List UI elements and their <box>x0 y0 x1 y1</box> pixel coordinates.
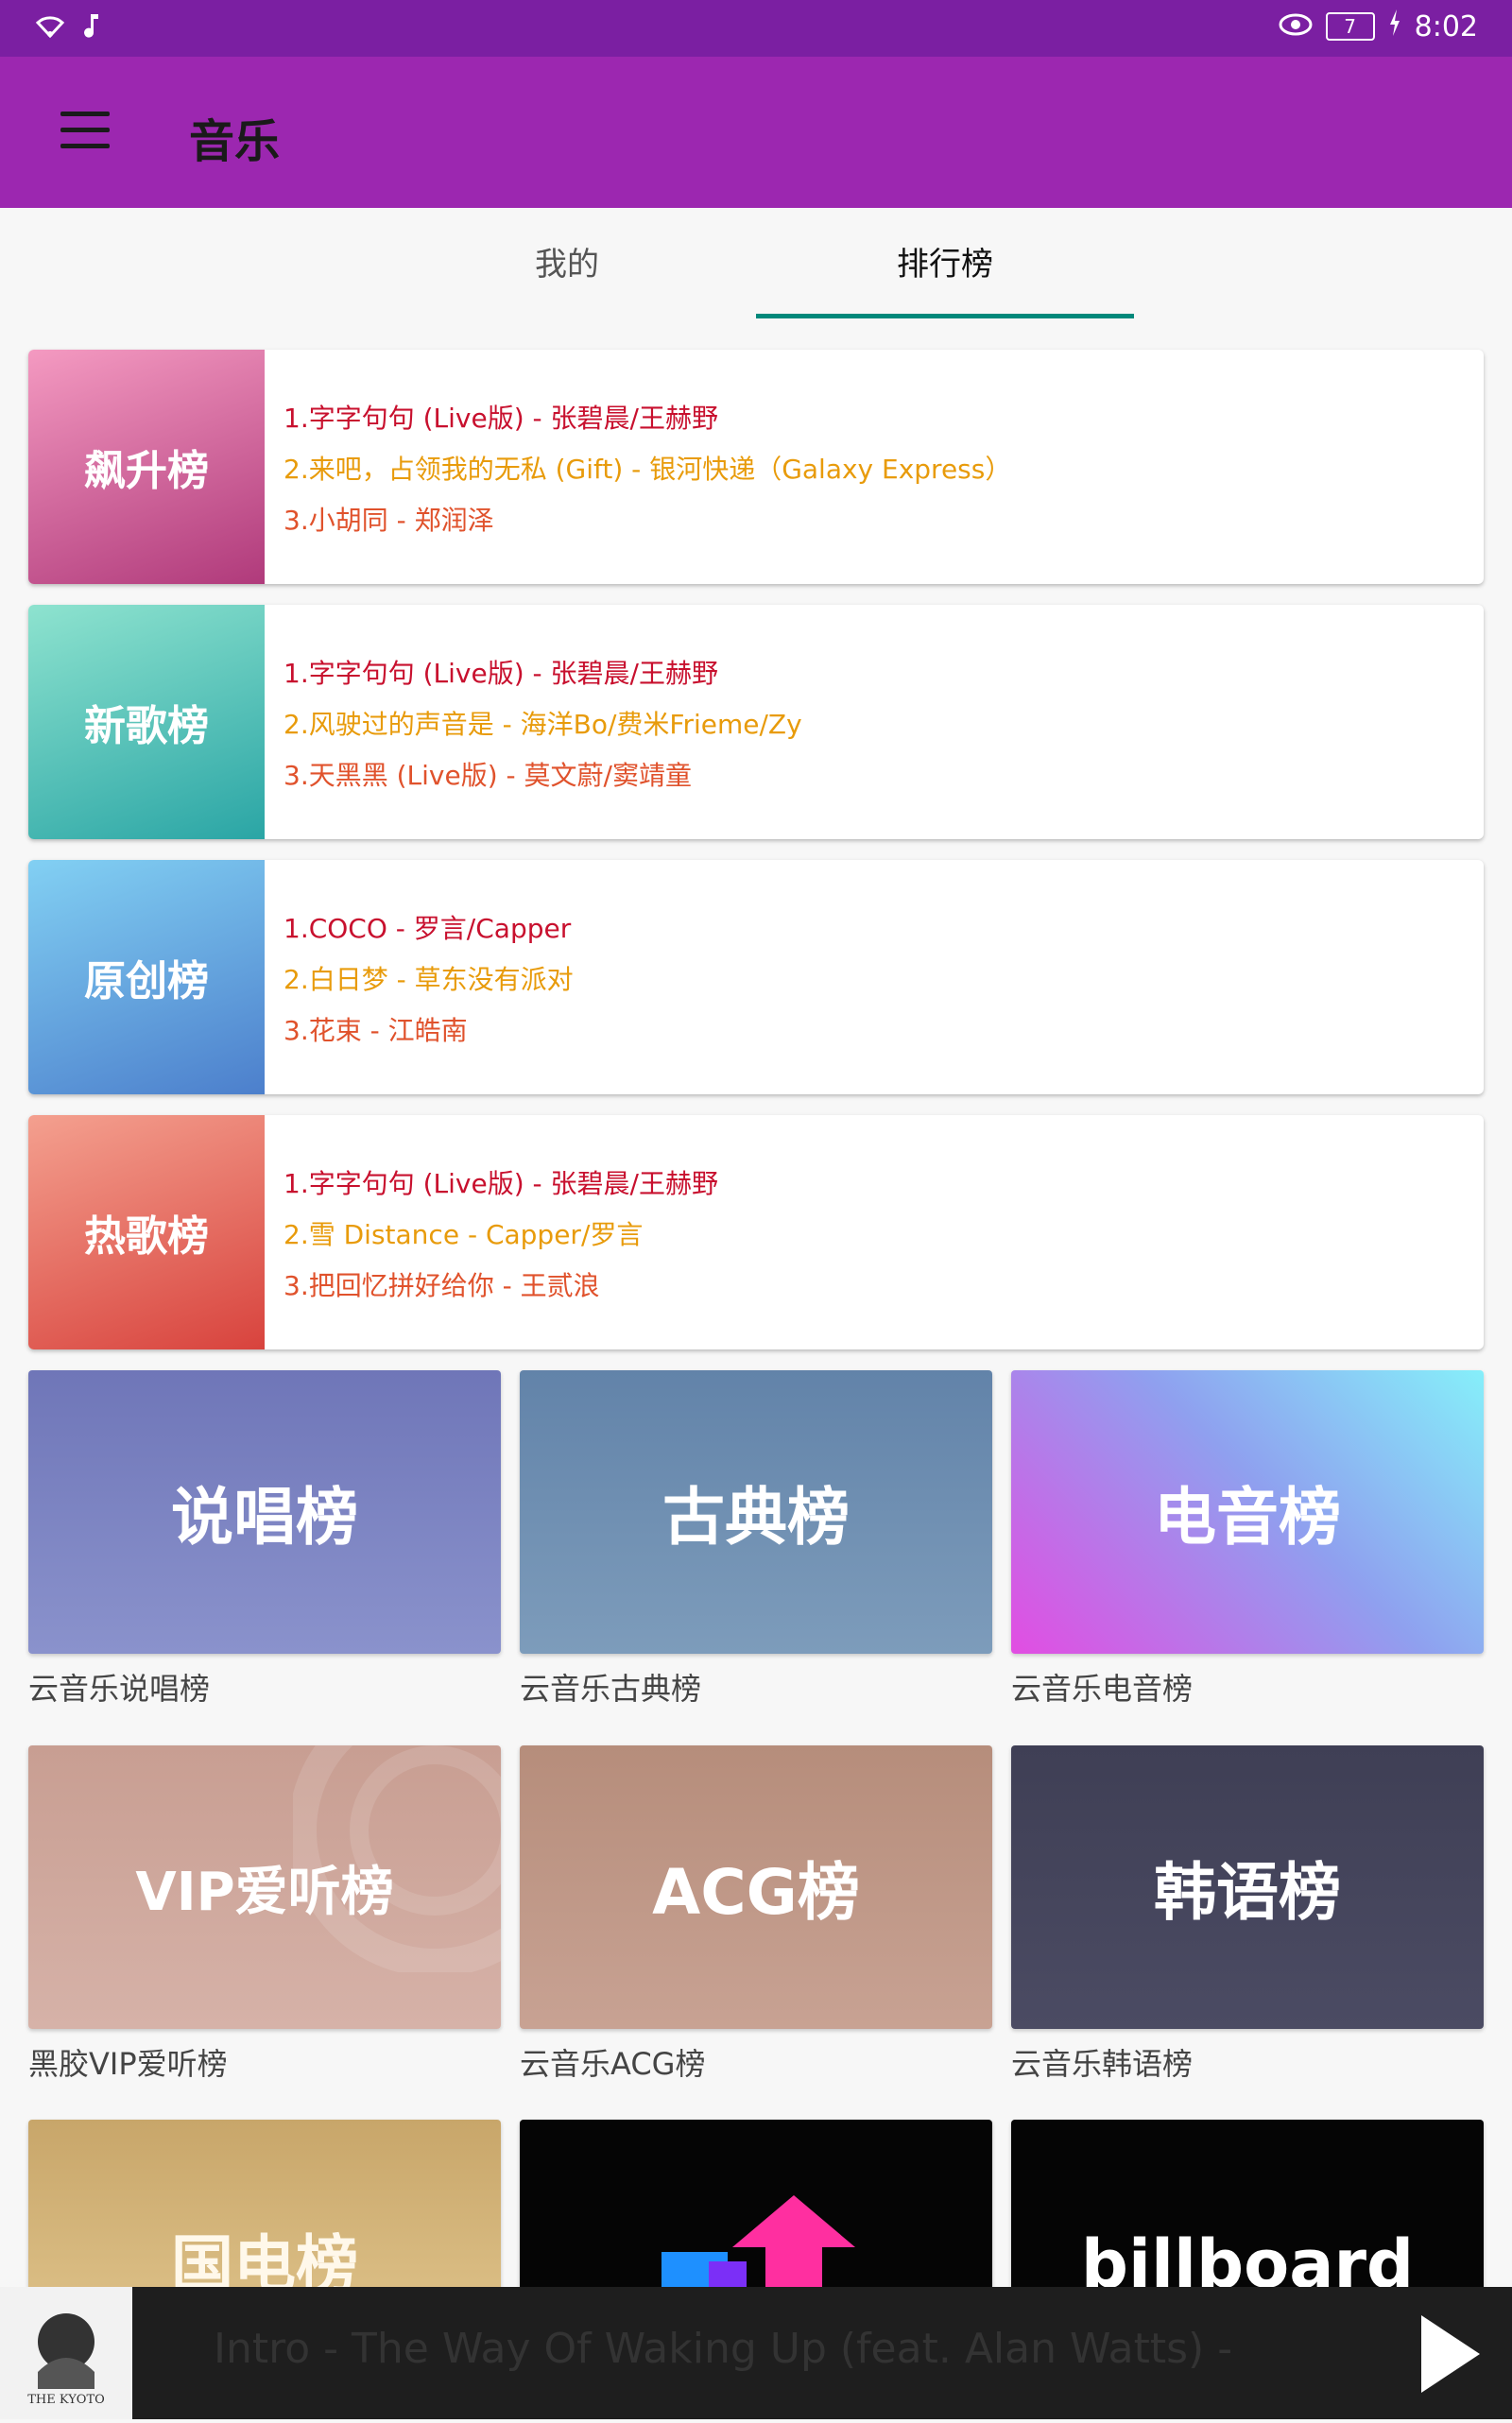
status-bar: 7 8:02 <box>0 0 1512 57</box>
song-item: 3.天黑黑 (Live版) - 莫文蔚/窦靖童 <box>284 760 692 791</box>
chart-label: 云音乐电音榜 <box>1011 1671 1194 1707</box>
charging-icon <box>1388 9 1401 43</box>
chart-label: 黑胶VIP爱听榜 <box>28 2046 228 2082</box>
cover-image: ACG榜 <box>520 1745 992 2029</box>
song-item: 1.COCO - 罗言/Capper <box>284 913 572 944</box>
song-list: 1.字字句句 (Live版) - 张碧晨/王赫野 2.风驶过的声音是 - 海洋B… <box>284 648 802 801</box>
tab-mine[interactable]: 我的 <box>378 208 756 321</box>
song-list: 1.字字句句 (Live版) - 张碧晨/王赫野 2.雪 Distance - … <box>284 1159 718 1312</box>
chart-card-original[interactable]: 原创榜 1.COCO - 罗言/Capper 2.白日梦 - 草东没有派对 3.… <box>28 860 1484 1094</box>
music-note-icon <box>83 12 102 43</box>
album-art[interactable]: THE KYOTO <box>0 2287 132 2419</box>
song-item: 2.风驶过的声音是 - 海洋Bo/费米Frieme/Zy <box>284 709 802 740</box>
chart-cover: 飙升榜 <box>28 350 265 584</box>
song-item: 1.字字句句 (Live版) - 张碧晨/王赫野 <box>284 403 718 434</box>
chart-label: 云音乐古典榜 <box>520 1671 702 1707</box>
cover-image: 电音榜 <box>1011 1370 1484 1654</box>
grid-card-acg[interactable]: ACG榜 云音乐ACG榜 <box>520 1745 992 2084</box>
cover-image: VIP爱听榜 <box>28 1745 501 2029</box>
play-button[interactable] <box>1418 2311 1484 2397</box>
cover-image: 古典榜 <box>520 1370 992 1654</box>
eye-icon <box>1279 10 1313 43</box>
song-item: 3.把回忆拼好给你 - 王贰浪 <box>284 1270 600 1301</box>
track-title: Intro - The Way Of Waking Up (feat. Alan… <box>214 2325 1233 2373</box>
grid-card-rap[interactable]: 说唱榜 云音乐说唱榜 <box>28 1370 501 1709</box>
grid-card-classical[interactable]: 古典榜 云音乐古典榜 <box>520 1370 992 1709</box>
song-item: 2.白日梦 - 草东没有派对 <box>284 964 574 995</box>
song-list: 1.字字句句 (Live版) - 张碧晨/王赫野 2.来吧，占领我的无私 (Gi… <box>284 393 1011 546</box>
song-list: 1.COCO - 罗言/Capper 2.白日梦 - 草东没有派对 3.花束 -… <box>284 903 574 1057</box>
page-title: 音乐 <box>189 115 281 168</box>
cover-image: 韩语榜 <box>1011 1745 1484 2029</box>
battery-icon: 7 <box>1325 12 1375 41</box>
song-item: 1.字字句句 (Live版) - 张碧晨/王赫野 <box>284 1168 718 1199</box>
chart-cover: 新歌榜 <box>28 605 265 839</box>
song-item: 2.雪 Distance - Capper/罗言 <box>284 1219 644 1250</box>
chart-card-soaring[interactable]: 飙升榜 1.字字句句 (Live版) - 张碧晨/王赫野 2.来吧，占领我的无私… <box>28 350 1484 584</box>
player-bar[interactable]: THE KYOTO Intro - The Way Of Waking Up (… <box>0 2287 1512 2419</box>
song-item: 3.小胡同 - 郑润泽 <box>284 505 494 536</box>
wifi-icon <box>34 11 66 43</box>
cover-image: 说唱榜 <box>28 1370 501 1654</box>
song-item: 3.花束 - 江皓南 <box>284 1015 468 1046</box>
song-item: 1.字字句句 (Live版) - 张碧晨/王赫野 <box>284 658 718 689</box>
chart-cover: 热歌榜 <box>28 1115 265 1349</box>
chart-label: 云音乐韩语榜 <box>1011 2046 1194 2082</box>
chart-label: 云音乐ACG榜 <box>520 2046 706 2082</box>
tab-indicator <box>756 314 1134 318</box>
play-icon <box>1421 2315 1480 2393</box>
album-text: THE KYOTO <box>27 2393 105 2407</box>
chart-card-new[interactable]: 新歌榜 1.字字句句 (Live版) - 张碧晨/王赫野 2.风驶过的声音是 -… <box>28 605 1484 839</box>
tab-charts[interactable]: 排行榜 <box>756 208 1134 321</box>
chart-label: 云音乐说唱榜 <box>28 1671 211 1707</box>
clock-time: 8:02 <box>1414 9 1478 43</box>
vip-cover-text: VIP爱听榜 <box>135 1861 394 1923</box>
grid-card-korean[interactable]: 韩语榜 云音乐韩语榜 <box>1011 1745 1484 2084</box>
song-item: 2.来吧，占领我的无私 (Gift) - 银河快递（Galaxy Express… <box>284 454 1012 485</box>
grid-card-vip[interactable]: VIP爱听榜 黑胶VIP爱听榜 <box>28 1745 501 2084</box>
app-bar: 音乐 <box>0 57 1512 208</box>
tab-bar: 我的 排行榜 <box>0 208 1512 321</box>
chart-cover: 原创榜 <box>28 860 265 1094</box>
menu-icon[interactable] <box>60 112 110 149</box>
grid-card-edm[interactable]: 电音榜 云音乐电音榜 <box>1011 1370 1484 1709</box>
chart-card-hot[interactable]: 热歌榜 1.字字句句 (Live版) - 张碧晨/王赫野 2.雪 Distanc… <box>28 1115 1484 1349</box>
